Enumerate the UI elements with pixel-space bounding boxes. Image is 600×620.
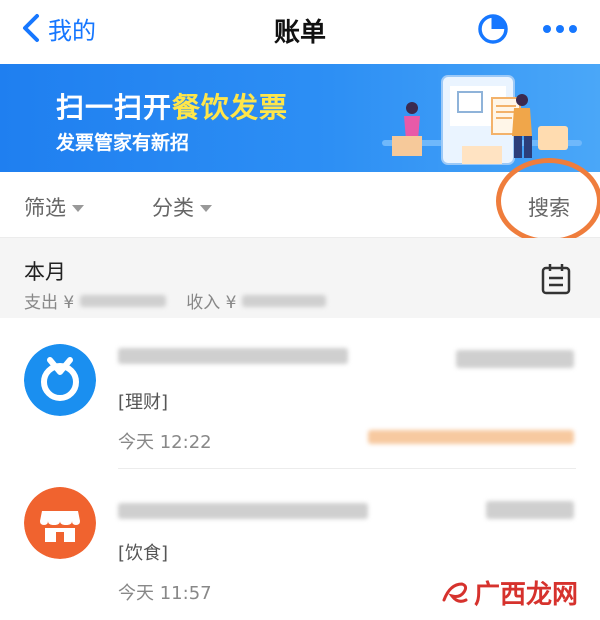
month-summary: 本月 支出 ¥ 收入 ¥ xyxy=(0,238,600,318)
expense-amount-redacted xyxy=(80,294,167,307)
banner-subtitle: 发票管家有新招 xyxy=(56,132,190,154)
amount-redacted xyxy=(456,350,574,368)
category-label: 分类 xyxy=(152,196,194,220)
month-stats: 支出 ¥ 收入 ¥ xyxy=(24,288,327,313)
transaction-time: 今天 12:22 xyxy=(118,432,212,453)
transaction-tag: [理财] xyxy=(118,392,169,413)
filter-dropdown[interactable]: 筛选 xyxy=(24,192,84,222)
transaction-time: 今天 11:57 xyxy=(118,583,212,604)
income-label: 收入 ¥ xyxy=(186,293,237,313)
dragon-logo-icon xyxy=(442,581,468,603)
caret-down-icon xyxy=(72,204,84,212)
filter-label: 筛选 xyxy=(24,196,66,220)
watermark-text: 广西龙网 xyxy=(474,580,579,610)
ant-fortune-icon xyxy=(24,344,96,416)
merchant-name-redacted xyxy=(118,348,348,364)
caret-down-icon xyxy=(200,204,212,212)
more-icon[interactable] xyxy=(540,20,580,38)
note-redacted xyxy=(368,430,574,444)
page-title: 账单 xyxy=(273,18,326,48)
merchant-name-redacted xyxy=(118,503,368,519)
amount-redacted xyxy=(486,501,574,519)
nav-bar: 我的 账单 xyxy=(0,0,600,62)
store-icon xyxy=(24,487,96,559)
invoice-banner[interactable]: 扫一扫开餐饮发票 发票管家有新招 xyxy=(0,64,600,172)
expense-label: 支出 ¥ xyxy=(24,293,75,313)
pie-chart-icon[interactable] xyxy=(476,12,510,46)
filter-bar: 筛选 分类 搜索 xyxy=(0,172,600,238)
banner-illustration xyxy=(382,75,582,165)
category-dropdown[interactable]: 分类 xyxy=(152,192,212,222)
transaction-tag: [饮食] xyxy=(118,543,169,564)
banner-title-highlight: 餐饮发票 xyxy=(172,91,289,124)
transaction-row[interactable]: [理财] 今天 12:22 xyxy=(0,318,600,468)
banner-title-text: 扫一扫开 xyxy=(56,91,173,124)
calendar-icon[interactable] xyxy=(540,262,572,296)
income-amount-redacted xyxy=(242,294,327,307)
month-title: 本月 xyxy=(24,260,66,284)
watermark: 广西龙网 xyxy=(440,574,578,611)
search-button[interactable]: 搜索 xyxy=(528,192,570,222)
banner-title: 扫一扫开餐饮发票 xyxy=(56,86,288,126)
